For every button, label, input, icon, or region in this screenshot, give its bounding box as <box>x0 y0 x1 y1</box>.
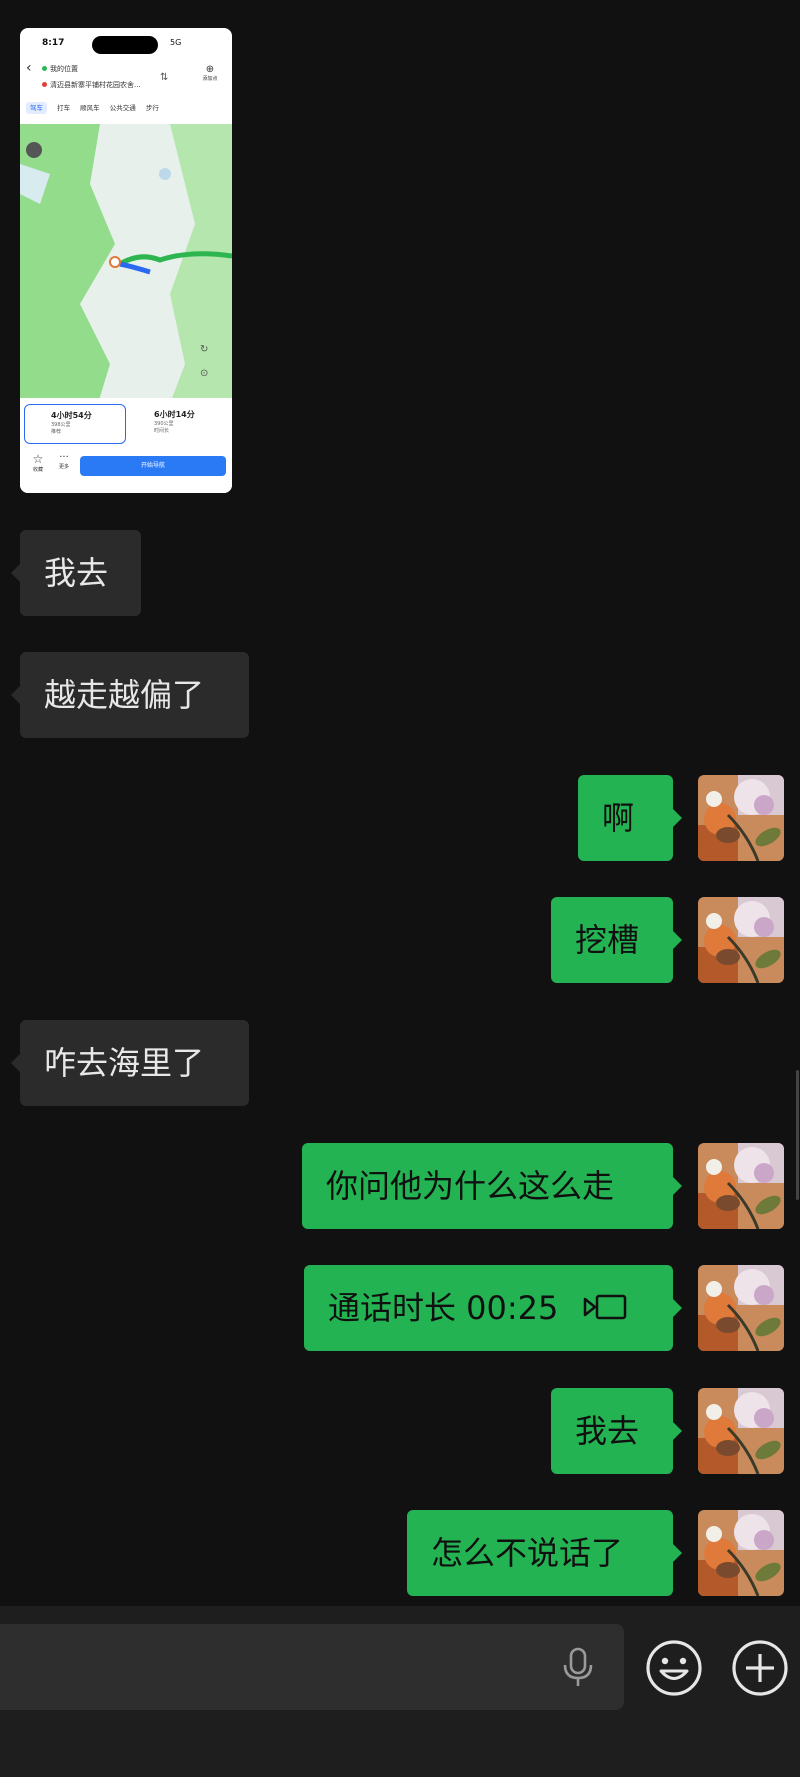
message-sent-3[interactable]: 你问他为什么这么走 <box>302 1143 682 1229</box>
thumb-mode-carpool: 顺风车 <box>80 104 100 112</box>
message-text: 越走越偏了 <box>44 676 205 714</box>
message-sent-1[interactable]: 啊 <box>578 775 682 861</box>
message-text: 怎么不说话了 <box>431 1534 624 1572</box>
thumb-destination-dot <box>42 82 47 87</box>
thumb-add-label: 添加点 <box>202 76 218 82</box>
message-call-record[interactable]: 通话时长 00:25 <box>304 1265 682 1353</box>
thumb-route1-tag: 推荐 <box>51 429 62 435</box>
thumb-map: ↻ ⊙ <box>20 124 232 430</box>
thumb-mode-drive: 驾车 <box>26 102 47 114</box>
message-text: 咋去海里了 <box>44 1044 205 1082</box>
thumb-to-row: 清迈县新寨平铺村花园农舍... <box>42 80 141 90</box>
thumb-route-option-1: 4小时54分 398公里 推荐 <box>24 404 126 444</box>
shared-screenshot[interactable]: 8:17 5G ‹ 我的位置 清迈县新寨平铺村花园农舍... ⇅ ⊕ 添加点 驾车… <box>20 28 232 493</box>
thumb-to-label: 清迈县新寨平铺村花园农舍... <box>50 81 141 89</box>
avatar[interactable] <box>698 1143 784 1229</box>
message-sent-2[interactable]: 挖槽 <box>551 897 682 983</box>
thumb-start-navigation: 开始导航 <box>80 456 226 476</box>
thumb-origin-dot <box>42 66 47 71</box>
message-sent-5[interactable]: 怎么不说话了 <box>407 1510 682 1596</box>
message-received-1[interactable]: 我去 <box>11 530 141 616</box>
thumb-dynamic-island <box>92 36 158 54</box>
thumb-route2-tag: 时间长 <box>154 428 170 434</box>
thumb-route-option-2: 6小时14分 390公里 时间长 <box>128 404 228 442</box>
thumb-mode-walk: 步行 <box>145 104 159 112</box>
avatar[interactable] <box>698 1265 784 1351</box>
emoji-icon[interactable] <box>644 1638 704 1702</box>
thumb-signal: 5G <box>170 38 182 47</box>
thumb-back-icon: ‹ <box>26 60 32 76</box>
thumb-mode-taxi: 打车 <box>57 104 71 112</box>
video-call-icon <box>583 1267 627 1353</box>
plus-icon[interactable] <box>730 1638 790 1702</box>
thumb-mode-transit: 公共交通 <box>109 104 136 112</box>
thumb-status-time: 8:17 <box>42 38 65 48</box>
thumb-more-label: 更多 <box>58 464 69 470</box>
message-text: 啊 <box>602 799 635 837</box>
message-text: 挖槽 <box>575 921 640 959</box>
thumb-add-stop: ⊕ 添加点 <box>198 64 222 82</box>
thumb-from-label: 我的位置 <box>50 65 78 73</box>
microphone-icon[interactable] <box>558 1645 598 1693</box>
message-input[interactable] <box>0 1624 624 1710</box>
message-received-3[interactable]: 咋去海里了 <box>11 1020 249 1106</box>
thumb-route1-distance: 398公里 <box>51 422 71 428</box>
thumb-route2-distance: 390公里 <box>154 421 174 427</box>
avatar[interactable] <box>698 1388 784 1474</box>
thumb-more: ··· 更多 <box>54 452 74 470</box>
message-text: 我去 <box>44 554 109 592</box>
thumb-swap-icon: ⇅ <box>160 72 169 83</box>
thumb-fav-label: 收藏 <box>32 467 43 473</box>
thumb-from-row: 我的位置 <box>42 64 78 74</box>
message-text: 我去 <box>575 1412 640 1450</box>
thumb-status-bar: 8:17 5G <box>20 28 232 56</box>
avatar[interactable] <box>698 775 784 861</box>
thumb-route1-time: 4小时54分 <box>51 411 92 420</box>
thumb-route2-time: 6小时14分 <box>154 410 195 419</box>
scrollbar[interactable] <box>796 1070 799 1200</box>
svg-text:⊙: ⊙ <box>200 368 208 379</box>
message-text: 你问他为什么这么走 <box>326 1167 615 1205</box>
thumb-mode-tabs: 驾车 打车 顺风车 公共交通 步行 <box>26 102 232 118</box>
message-sent-4[interactable]: 我去 <box>551 1388 682 1474</box>
svg-text:↻: ↻ <box>200 344 208 355</box>
thumb-favorite: ☆ 收藏 <box>28 452 48 473</box>
avatar[interactable] <box>698 897 784 983</box>
message-received-2[interactable]: 越走越偏了 <box>11 652 249 738</box>
message-text: 通话时长 00:25 <box>328 1289 559 1327</box>
avatar[interactable] <box>698 1510 784 1596</box>
